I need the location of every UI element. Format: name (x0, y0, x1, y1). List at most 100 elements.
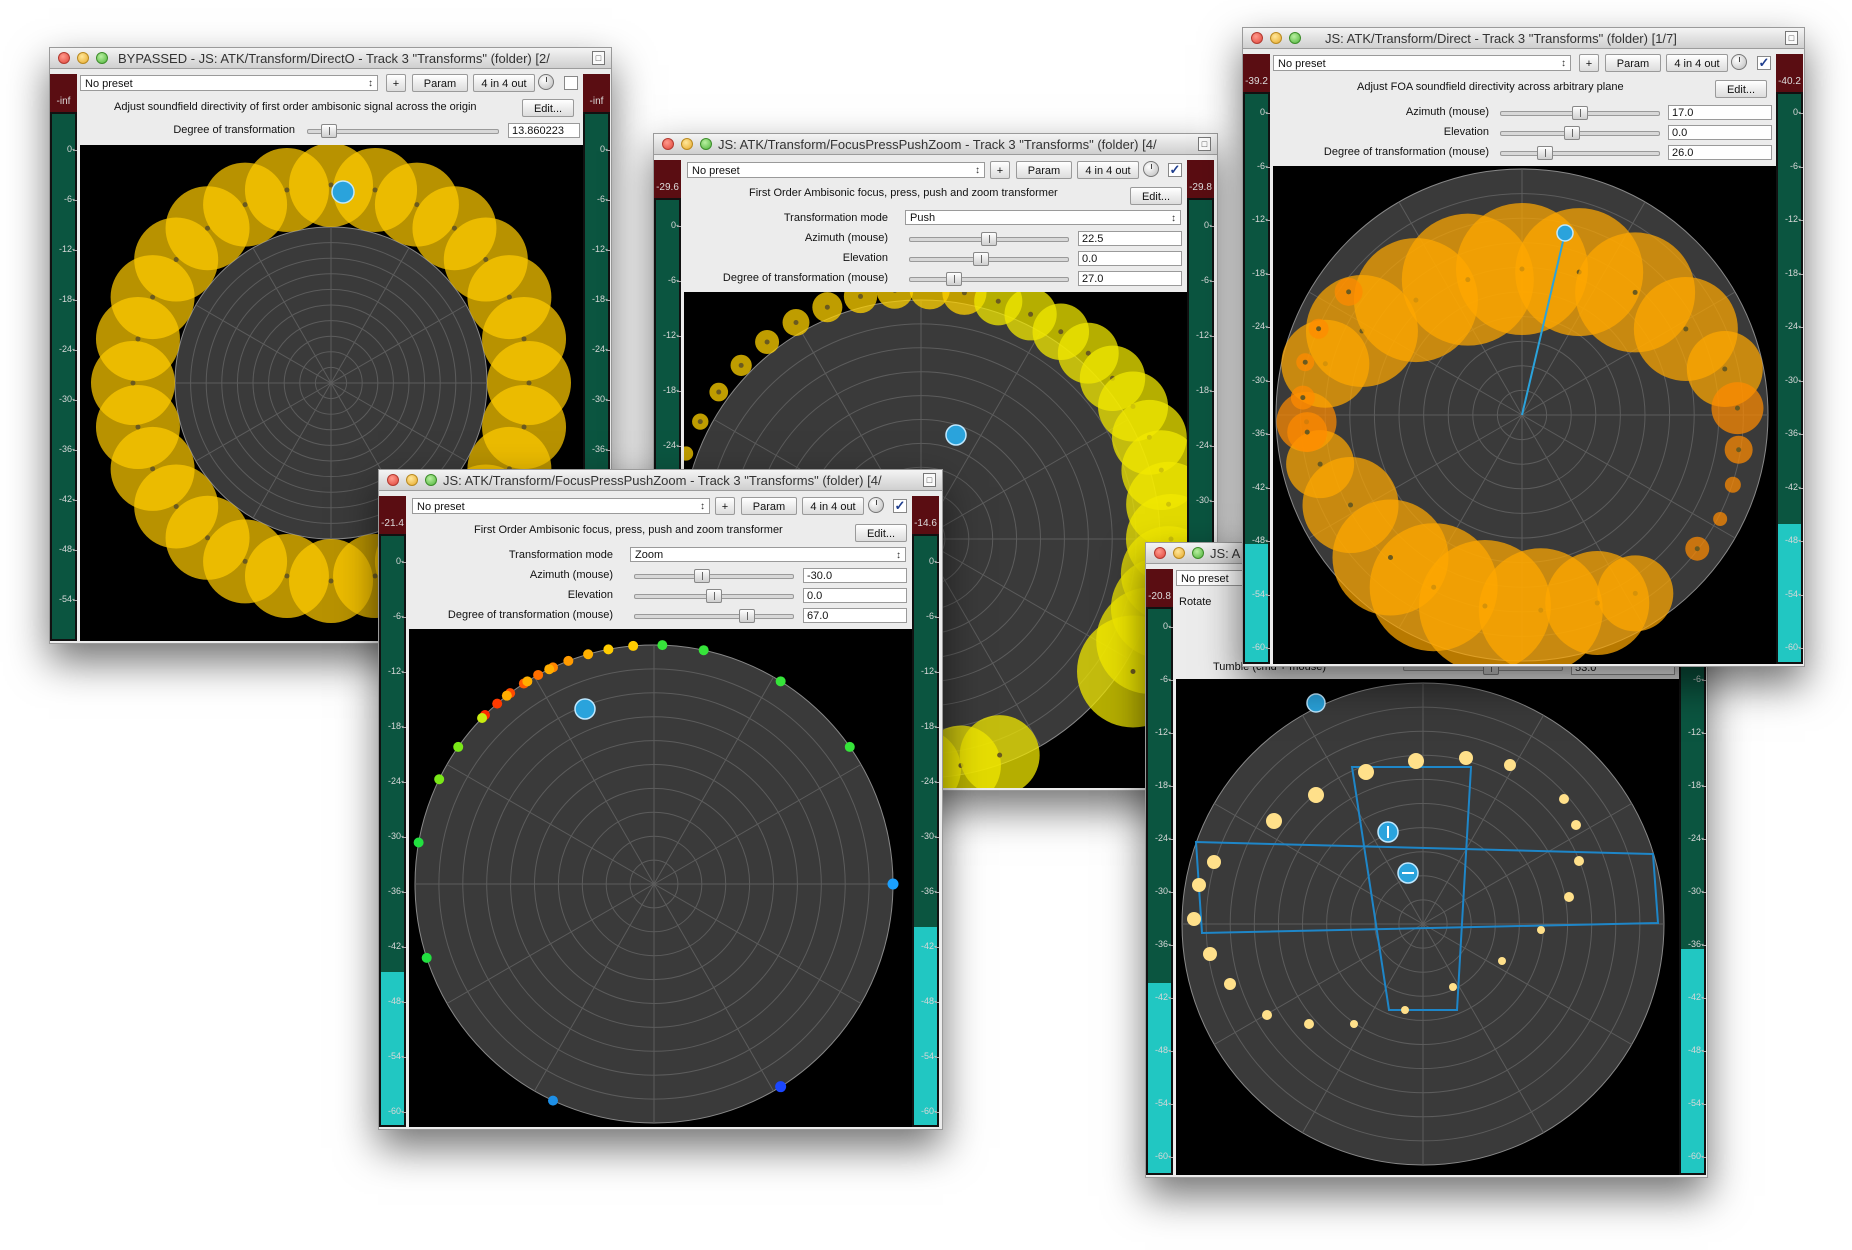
azimuth-handle[interactable] (574, 698, 596, 720)
io-button[interactable]: 4 in 4 out (1666, 54, 1728, 72)
pin-icon[interactable]: □ (592, 51, 605, 65)
azimuth-slider[interactable] (905, 232, 1073, 246)
elevation-slider[interactable] (1496, 126, 1664, 140)
minimize-icon[interactable] (77, 52, 89, 64)
meter-tick: -12- (1251, 214, 1271, 224)
preset-select[interactable]: No preset (687, 162, 985, 179)
azimuth-slider[interactable] (630, 569, 798, 583)
elevation-slider[interactable] (630, 589, 798, 603)
edit-button[interactable]: Edit... (1715, 80, 1767, 98)
add-preset-button[interactable]: + (1579, 54, 1599, 72)
io-button[interactable]: 4 in 4 out (1077, 161, 1139, 179)
mode-select[interactable]: Zoom (630, 547, 906, 563)
direction-handle[interactable] (331, 180, 355, 204)
io-button[interactable]: 4 in 4 out (802, 497, 864, 515)
zoom-icon[interactable] (1192, 547, 1204, 559)
minimize-icon[interactable] (681, 138, 693, 150)
enable-checkbox[interactable]: ✓ (1168, 163, 1182, 177)
zoom-icon[interactable] (1289, 32, 1301, 44)
titlebar[interactable]: JS: ATK/Transform/FocusPressPushZoom - T… (654, 134, 1217, 155)
elevation-slider[interactable] (905, 252, 1073, 266)
soundfield-plot[interactable] (409, 629, 912, 1127)
pin-icon[interactable]: □ (1785, 31, 1798, 45)
output-meter: -40.2 0- -6- -12- -18- -24- -30- -36- -42- -48- -… (1776, 54, 1804, 664)
mode-label: Transformation mode (783, 212, 888, 224)
close-icon[interactable] (662, 138, 674, 150)
param-button[interactable]: Param (741, 497, 797, 515)
azimuth-value[interactable]: 22.5 (1078, 231, 1182, 246)
titlebar[interactable]: JS: ATK/Transform/Direct - Track 3 "Tran… (1243, 28, 1804, 49)
edit-button[interactable]: Edit... (1130, 187, 1182, 205)
azimuth-slider[interactable] (1496, 106, 1664, 120)
wet-knob[interactable] (538, 74, 554, 90)
degree-slider[interactable] (905, 272, 1073, 286)
slider-thumb[interactable] (706, 589, 722, 603)
add-preset-button[interactable]: + (990, 161, 1010, 179)
rotate-handle[interactable] (1306, 693, 1326, 713)
close-icon[interactable] (387, 474, 399, 486)
edit-button[interactable]: Edit... (855, 524, 907, 542)
zoom-icon[interactable] (700, 138, 712, 150)
degree-value[interactable]: 13.860223 (508, 123, 580, 138)
source-dot (1559, 794, 1569, 804)
slider-thumb[interactable] (739, 609, 756, 623)
degree-value[interactable]: 67.0 (803, 608, 907, 623)
degree-slider[interactable] (303, 124, 503, 138)
degree-value[interactable]: 26.0 (1668, 145, 1772, 160)
add-preset-button[interactable]: + (386, 74, 406, 92)
param-button[interactable]: Param (412, 74, 468, 92)
zoom-icon[interactable] (425, 474, 437, 486)
degree-slider[interactable] (630, 609, 798, 623)
soundfield-plot[interactable] (1273, 166, 1776, 664)
degree-value[interactable]: 27.0 (1078, 271, 1182, 286)
add-preset-button[interactable]: + (715, 497, 735, 515)
mode-select[interactable]: Push (905, 210, 1181, 226)
slider-thumb[interactable] (693, 569, 710, 583)
pin-icon[interactable]: □ (923, 473, 936, 487)
meter-tick: -48- (387, 996, 407, 1006)
minimize-icon[interactable] (1270, 32, 1282, 44)
soundfield-display[interactable] (1176, 679, 1679, 1175)
azimuth-value[interactable]: 17.0 (1668, 105, 1772, 120)
titlebar[interactable]: JS: ATK/Transform/FocusPressPushZoom - T… (379, 470, 942, 491)
enable-checkbox[interactable]: ✓ (893, 499, 907, 513)
wet-knob[interactable] (868, 497, 884, 513)
soundfield-display[interactable] (409, 629, 912, 1127)
soundfield-display[interactable] (1273, 166, 1776, 664)
elevation-value[interactable]: 0.0 (1668, 125, 1772, 140)
soundfield-plot[interactable] (1176, 679, 1679, 1175)
elevation-value[interactable]: 0.0 (803, 588, 907, 603)
enable-checkbox[interactable] (564, 76, 578, 90)
azimuth-handle[interactable] (1556, 224, 1574, 242)
azimuth-handle[interactable] (945, 424, 967, 446)
pin-icon[interactable]: □ (1198, 137, 1211, 151)
source-dot (434, 774, 445, 785)
degree-slider[interactable] (1496, 146, 1664, 160)
slider-thumb[interactable] (321, 124, 338, 138)
minimize-icon[interactable] (1173, 547, 1185, 559)
slider-thumb[interactable] (946, 272, 963, 286)
slider-thumb[interactable] (1537, 146, 1554, 160)
io-button[interactable]: 4 in 4 out (473, 74, 535, 92)
slider-thumb[interactable] (1572, 106, 1588, 120)
preset-select[interactable]: No preset (412, 498, 710, 515)
titlebar[interactable]: BYPASSED - JS: ATK/Transform/DirectO - T… (50, 48, 611, 69)
azimuth-value[interactable]: -30.0 (803, 568, 907, 583)
minimize-icon[interactable] (406, 474, 418, 486)
edit-button[interactable]: Edit... (522, 99, 574, 117)
slider-thumb[interactable] (1564, 126, 1581, 140)
wet-knob[interactable] (1143, 161, 1159, 177)
param-button[interactable]: Param (1016, 161, 1072, 179)
close-icon[interactable] (58, 52, 70, 64)
slider-thumb[interactable] (973, 252, 990, 266)
param-button[interactable]: Param (1605, 54, 1661, 72)
preset-select[interactable]: No preset (80, 75, 378, 92)
slider-thumb[interactable] (981, 232, 997, 246)
zoom-icon[interactable] (96, 52, 108, 64)
preset-select[interactable]: No preset (1273, 55, 1571, 72)
wet-knob[interactable] (1731, 54, 1747, 70)
enable-checkbox[interactable]: ✓ (1757, 56, 1771, 70)
elevation-value[interactable]: 0.0 (1078, 251, 1182, 266)
close-icon[interactable] (1154, 547, 1166, 559)
close-icon[interactable] (1251, 32, 1263, 44)
